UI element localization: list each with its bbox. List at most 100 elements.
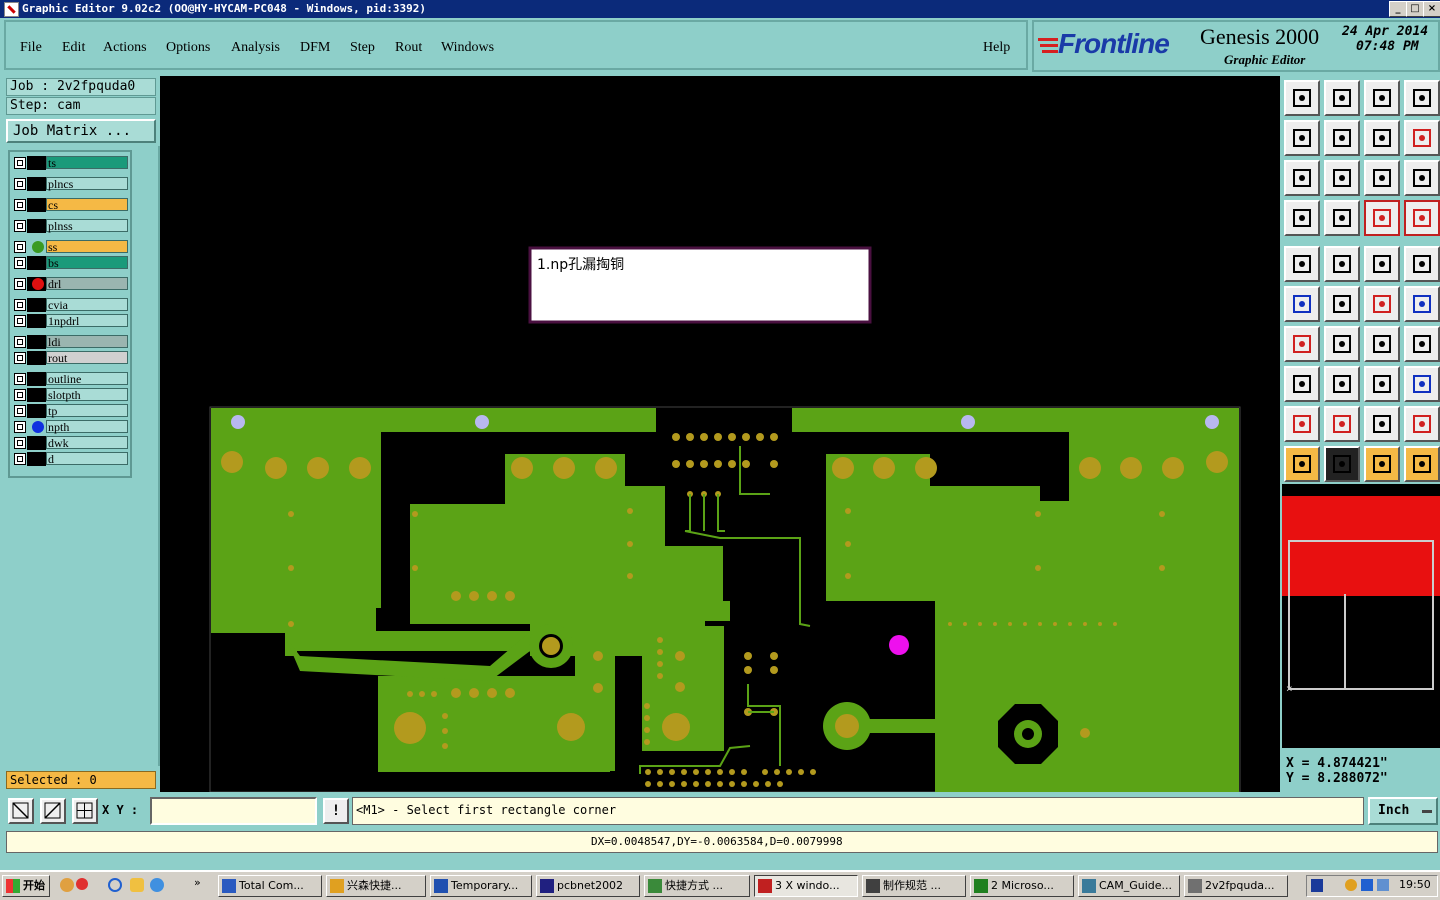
close-button[interactable]: × (1423, 1, 1440, 17)
layer-name[interactable]: plncs (46, 177, 128, 191)
layer-row-plncs[interactable]: plncs (12, 177, 130, 191)
layer-row-npth[interactable]: npth (12, 420, 130, 434)
quicklaunch-icon-5[interactable] (150, 878, 164, 892)
layer-checkbox[interactable] (14, 336, 26, 348)
layer-checkbox[interactable] (14, 421, 26, 433)
expand-icon[interactable]: » (194, 876, 201, 889)
zoom-right-icon[interactable] (1324, 120, 1360, 156)
select-area-icon[interactable] (1364, 446, 1400, 482)
layer-row-cvia[interactable]: cvia (12, 298, 130, 312)
layer-row-tp[interactable]: tp (12, 404, 130, 418)
layer-name[interactable]: rout (46, 351, 128, 365)
triangle-icon[interactable] (1324, 406, 1360, 442)
layer-name[interactable]: ts (46, 156, 128, 170)
rotate-icon[interactable] (1324, 246, 1360, 282)
move-blue-icon[interactable] (1404, 286, 1440, 322)
layer-row-ss[interactable]: ss (12, 240, 130, 254)
circle-icon[interactable] (1404, 246, 1440, 282)
taskbar-item[interactable]: 3 X windo... (754, 875, 858, 897)
connect-icon[interactable] (1284, 286, 1320, 322)
menu-step[interactable]: Step (350, 40, 375, 56)
layer-row-dwk[interactable]: dwk (12, 436, 130, 450)
layer-row-plnss[interactable]: plnss (12, 219, 130, 233)
route-icon[interactable] (1404, 446, 1440, 482)
taskbar-item[interactable]: CAM_Guide... (1078, 875, 1180, 897)
layer-name[interactable]: ss (46, 240, 128, 254)
open-icon[interactable] (1284, 80, 1320, 116)
measure-icon[interactable] (40, 798, 66, 824)
window-icon[interactable] (1404, 80, 1440, 116)
copy-icon[interactable] (1404, 366, 1440, 402)
menu-options[interactable]: Options (166, 40, 210, 56)
taskbar-item[interactable]: Total Com... (218, 875, 322, 897)
snap-icon[interactable] (8, 798, 34, 824)
menu-edit[interactable]: Edit (62, 40, 85, 56)
grid-tool-icon[interactable] (1324, 200, 1360, 236)
snap-red-icon[interactable] (1364, 200, 1400, 236)
taskbar-item[interactable]: pcbnet2002 (536, 875, 640, 897)
pad-a-icon[interactable] (1364, 406, 1400, 442)
help-icon[interactable] (1404, 160, 1440, 196)
layer-name[interactable]: ldi (46, 335, 128, 349)
layer-row-1npdrl[interactable]: 1npdrl (12, 314, 130, 328)
maximize-button[interactable]: □ (1406, 1, 1424, 17)
layer-row-cs[interactable]: cs (12, 198, 130, 212)
taskbar-item[interactable]: 2 Microso... (970, 875, 1074, 897)
layer-name[interactable]: plnss (46, 219, 128, 233)
move-pad-icon[interactable] (1284, 366, 1320, 402)
layer-checkbox[interactable] (14, 453, 26, 465)
line-icon[interactable] (1324, 326, 1360, 362)
layer-checkbox[interactable] (14, 405, 26, 417)
mirror-icon[interactable] (1404, 326, 1440, 362)
layer-name[interactable]: cvia (46, 298, 128, 312)
layer-checkbox[interactable] (14, 315, 26, 327)
minus-icon[interactable] (1324, 366, 1360, 402)
save-icon[interactable] (1324, 80, 1360, 116)
select-rect-icon[interactable] (1324, 446, 1360, 482)
center-icon[interactable] (1324, 160, 1360, 196)
ie-icon[interactable] (108, 878, 122, 892)
resize-icon[interactable] (1364, 366, 1400, 402)
graphics-canvas[interactable]: 1.np孔漏掏铜 (160, 76, 1280, 792)
ruler-icon[interactable] (1364, 246, 1400, 282)
tray-icon-1[interactable] (1345, 879, 1357, 891)
triangle-red-icon[interactable] (1284, 406, 1320, 442)
layer-row-outline[interactable]: outline (12, 372, 130, 386)
camera-icon[interactable] (1284, 246, 1320, 282)
redraw-icon[interactable] (1404, 120, 1440, 156)
menu-help[interactable]: Help (983, 40, 1010, 56)
job-matrix-button[interactable]: Job Matrix ... (6, 119, 156, 143)
layer-name[interactable]: d (46, 452, 128, 466)
quicklaunch-icon-2[interactable] (76, 878, 88, 890)
info-icon[interactable]: ! (323, 798, 349, 824)
taskbar-item[interactable]: 兴森快捷... (326, 875, 426, 897)
layer-name[interactable]: cs (46, 198, 128, 212)
measure-tool-icon[interactable] (1284, 200, 1320, 236)
quicklaunch-icon-4[interactable] (130, 878, 144, 892)
minimize-button[interactable]: _ (1389, 1, 1407, 17)
layer-checkbox[interactable] (14, 199, 26, 211)
pointer-icon[interactable] (1284, 446, 1320, 482)
quicklaunch-icon-1[interactable] (60, 878, 74, 892)
fit-icon[interactable] (1284, 160, 1320, 196)
overview-window[interactable]: × (1282, 484, 1440, 748)
layer-row-drl[interactable]: drl (12, 277, 130, 291)
layer-row-d[interactable]: d (12, 452, 130, 466)
menu-dfm[interactable]: DFM (300, 40, 330, 56)
layer-row-bs[interactable]: bs (12, 256, 130, 270)
taskbar-item[interactable]: 2v2fpquda... (1184, 875, 1288, 897)
tray-icon-2[interactable] (1361, 879, 1373, 891)
layer-checkbox[interactable] (14, 437, 26, 449)
angle-icon[interactable] (1284, 326, 1320, 362)
layer-name[interactable]: outline (46, 372, 128, 386)
layer-name[interactable]: tp (46, 404, 128, 418)
layer-checkbox[interactable] (14, 257, 26, 269)
taskbar-item[interactable]: Temporary... (430, 875, 532, 897)
menu-rout[interactable]: Rout (395, 40, 422, 56)
taskbar-item[interactable]: 快捷方式 ... (644, 875, 750, 897)
unit-button[interactable]: Inch (1368, 797, 1438, 825)
snap-red2-icon[interactable] (1404, 200, 1440, 236)
undo-view-icon[interactable] (1364, 120, 1400, 156)
layer-checkbox[interactable] (14, 220, 26, 232)
layer-checkbox[interactable] (14, 373, 26, 385)
